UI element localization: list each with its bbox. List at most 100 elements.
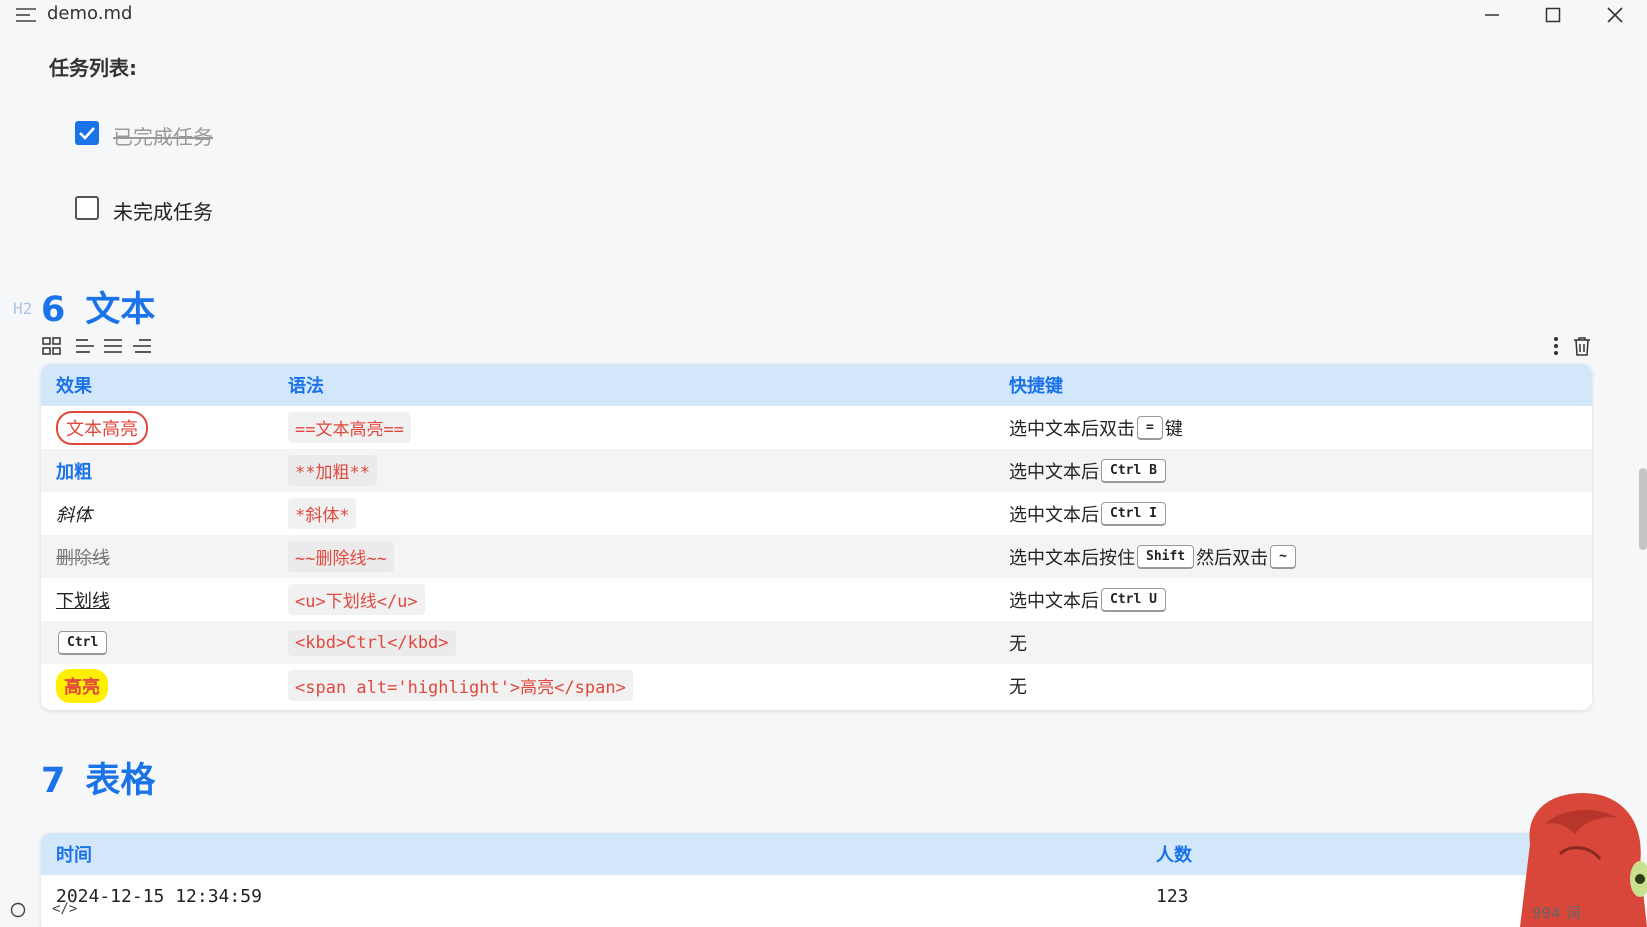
shortcut-text: 无 bbox=[1009, 633, 1027, 655]
grid-icon[interactable] bbox=[41, 335, 65, 359]
align-right-icon[interactable] bbox=[131, 335, 155, 359]
data-table: 时间 人数 地点 2024-12-15 12:34:59 123 上海 bbox=[41, 833, 1592, 927]
minimize-icon bbox=[1485, 14, 1499, 16]
table-cell[interactable]: 删除线 bbox=[56, 535, 110, 578]
table-row: 斜体 *斜体* 选中文本后 Ctrl I bbox=[41, 492, 1592, 535]
table-cell[interactable]: 选中文本后 Ctrl U bbox=[1009, 578, 1168, 621]
table-header-cell[interactable]: 人数 bbox=[1156, 833, 1192, 875]
app-window: demo.md 任务列表: 已完成任务 未完成任务 H2 6 文本 效果 语法 … bbox=[0, 0, 1647, 927]
table-cell[interactable]: 斜体 bbox=[56, 492, 92, 535]
shortcut-text: 选中文本后双击 bbox=[1009, 418, 1135, 440]
table-cell[interactable]: 选中文本后 Ctrl I bbox=[1009, 492, 1168, 535]
more-vertical-icon[interactable] bbox=[1545, 335, 1569, 359]
align-left-icon[interactable] bbox=[74, 335, 98, 359]
table-row: 文本高亮 ==文本高亮== 选中文本后双击 = 键 bbox=[41, 406, 1592, 449]
table-cell[interactable]: 选中文本后按住 Shift 然后双击 ~ bbox=[1009, 535, 1298, 578]
shortcut-text: 选中文本后 bbox=[1009, 590, 1099, 612]
shortcut-text: 选中文本后 bbox=[1009, 504, 1099, 526]
shortcut-key: ~ bbox=[1270, 544, 1296, 569]
table-cell[interactable]: 文本高亮 bbox=[56, 406, 148, 449]
heading-level-badge: H2 bbox=[13, 299, 33, 318]
kbd-effect: Ctrl bbox=[58, 630, 108, 655]
maximize-button[interactable] bbox=[1528, 0, 1578, 30]
syntax-code: **加粗** bbox=[288, 455, 377, 486]
syntax-code: <u>下划线</u> bbox=[288, 584, 425, 615]
syntax-code: <span alt='highlight'>高亮</span> bbox=[288, 670, 633, 701]
underline-effect: 下划线 bbox=[56, 590, 110, 612]
table-cell[interactable]: 2024-12-15 12:34:59 bbox=[56, 875, 262, 918]
task-list-heading: 任务列表: bbox=[49, 56, 137, 80]
syntax-code: <kbd>Ctrl</kbd> bbox=[288, 629, 456, 656]
table-row: 2024-12-15 12:34:59 123 上海 bbox=[41, 875, 1592, 918]
italic-effect: 斜体 bbox=[56, 504, 92, 526]
bold-effect: 加粗 bbox=[56, 461, 92, 483]
table-cell[interactable]: <span alt='highlight'>高亮</span> bbox=[288, 664, 633, 707]
menu-icon[interactable] bbox=[15, 6, 37, 24]
syntax-code: ~~删除线~~ bbox=[288, 541, 394, 572]
table-cell[interactable]: Ctrl bbox=[56, 621, 109, 664]
table-row: 删除线 ~~删除线~~ 选中文本后按住 Shift 然后双击 ~ bbox=[41, 535, 1592, 578]
code-icon[interactable]: </> bbox=[52, 901, 77, 917]
table-cell[interactable]: 高亮 bbox=[56, 664, 108, 707]
table-cell[interactable]: *斜体* bbox=[288, 492, 357, 535]
task-checkbox-unchecked[interactable] bbox=[75, 196, 99, 220]
word-count: 994 词 bbox=[1532, 904, 1581, 922]
table-cell[interactable]: 无 bbox=[1009, 621, 1027, 664]
shortcut-key: Ctrl B bbox=[1101, 458, 1166, 483]
close-icon bbox=[1607, 7, 1623, 23]
syntax-code: *斜体* bbox=[288, 498, 357, 529]
shortcut-text: 然后双击 bbox=[1196, 547, 1269, 569]
shortcut-text: 选中文本后按住 bbox=[1009, 547, 1135, 569]
scrollbar-thumb[interactable] bbox=[1639, 468, 1647, 550]
table-header-cell[interactable]: 效果 bbox=[56, 364, 92, 406]
table-cell[interactable]: 选中文本后双击 = 键 bbox=[1009, 406, 1183, 449]
table-cell[interactable]: 选中文本后 Ctrl B bbox=[1009, 449, 1168, 492]
section-heading-text: 6 文本 bbox=[41, 281, 155, 332]
table-row: 加粗 **加粗** 选中文本后 Ctrl B bbox=[41, 449, 1592, 492]
table-cell[interactable]: 加粗 bbox=[56, 449, 92, 492]
table-header-cell[interactable]: 快捷键 bbox=[1009, 364, 1063, 406]
shortcut-key: Ctrl I bbox=[1101, 501, 1166, 526]
table-header-cell[interactable]: 时间 bbox=[56, 833, 92, 875]
task-checkbox-checked[interactable] bbox=[75, 121, 99, 145]
text-format-table: 效果 语法 快捷键 文本高亮 ==文本高亮== 选中文本后双击 = 键 加粗 **加… bbox=[41, 364, 1592, 710]
table-toolbar bbox=[41, 333, 1596, 361]
strikethrough-effect: 删除线 bbox=[56, 547, 110, 569]
table-cell[interactable]: ~~删除线~~ bbox=[288, 535, 394, 578]
table-header-row: 时间 人数 地点 bbox=[41, 833, 1592, 875]
section-heading-text: 7 表格 bbox=[41, 752, 155, 803]
shortcut-text: 无 bbox=[1009, 676, 1027, 698]
table-row: 高亮 <span alt='highlight'>高亮</span> 无 bbox=[41, 664, 1592, 707]
shortcut-text: 键 bbox=[1164, 418, 1183, 440]
heading-number: 7 bbox=[41, 761, 66, 801]
table-cell[interactable]: <kbd>Ctrl</kbd> bbox=[288, 621, 456, 664]
table-row: Ctrl <kbd>Ctrl</kbd> 无 bbox=[41, 621, 1592, 664]
trash-icon[interactable] bbox=[1571, 335, 1595, 359]
heading-title: 表格 bbox=[85, 761, 156, 801]
table-header-cell[interactable]: 语法 bbox=[288, 364, 324, 406]
heading-title: 文本 bbox=[85, 290, 156, 330]
document-title: demo.md bbox=[47, 3, 133, 24]
task-label: 未完成任务 bbox=[113, 200, 213, 224]
table-cell[interactable]: 下划线 bbox=[56, 578, 110, 621]
task-label: 已完成任务 bbox=[113, 125, 213, 149]
shortcut-key: = bbox=[1137, 415, 1163, 440]
shortcut-text: 选中文本后 bbox=[1009, 461, 1099, 483]
table-cell[interactable]: ==文本高亮== bbox=[288, 406, 411, 449]
align-center-icon[interactable] bbox=[102, 335, 126, 359]
table-row: 下划线 <u>下划线</u> 选中文本后 Ctrl U bbox=[41, 578, 1592, 621]
maximize-icon bbox=[1545, 7, 1561, 23]
table-header-row: 效果 语法 快捷键 bbox=[41, 364, 1592, 406]
title-bar: demo.md bbox=[0, 0, 1647, 30]
minimize-button[interactable] bbox=[1467, 0, 1517, 30]
shortcut-key: Ctrl U bbox=[1101, 587, 1166, 612]
heading-number: 6 bbox=[41, 290, 66, 330]
table-cell[interactable]: <u>下划线</u> bbox=[288, 578, 425, 621]
close-button[interactable] bbox=[1590, 0, 1640, 30]
table-cell[interactable]: 无 bbox=[1009, 664, 1027, 707]
table-cell[interactable]: **加粗** bbox=[288, 449, 377, 492]
syntax-code: ==文本高亮== bbox=[288, 412, 411, 443]
table-cell[interactable]: 123 bbox=[1156, 875, 1189, 918]
circle-icon[interactable] bbox=[10, 902, 26, 918]
highlight-effect: 文本高亮 bbox=[56, 410, 148, 445]
